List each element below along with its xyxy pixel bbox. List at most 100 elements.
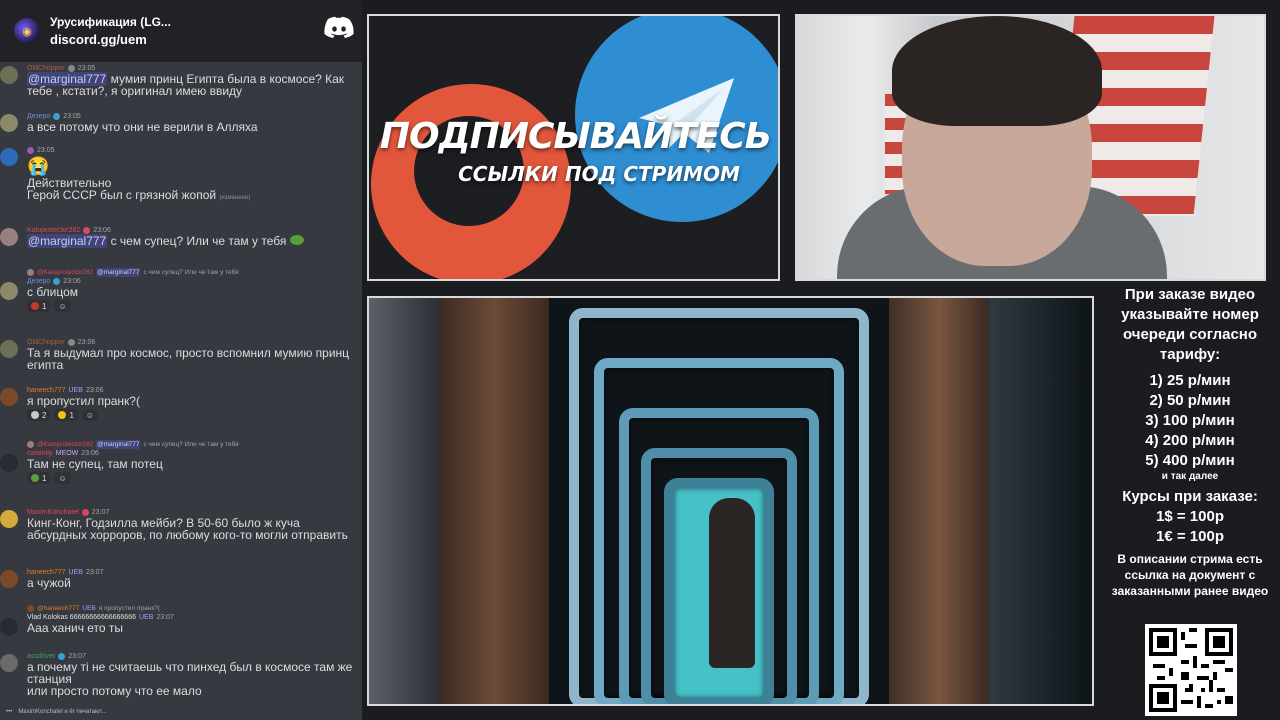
video-pillar-left [369, 298, 439, 704]
chat-message[interactable]: haneech777 UEB 23:06 я пропустил пранк?( 2… [0, 386, 140, 421]
chat-header: ◉ Урусификация (LG... discord.gg/uem [0, 0, 362, 62]
add-reaction-button[interactable]: ☺ [54, 300, 71, 312]
tariff-item: 2) 50 р/мин [1149, 392, 1231, 409]
server-name: Урусификация (LG... [50, 15, 171, 29]
reply-author[interactable]: @Kaloprotector282 [37, 268, 93, 277]
message-text: Та я выдумал про космос, просто вспомнил… [27, 346, 350, 372]
avatar [0, 570, 18, 588]
avatar [0, 228, 18, 246]
reply-text: с чем супец? Или че там у тебя [143, 441, 239, 448]
discord-logo-icon [324, 16, 354, 38]
reaction-count: 2 [42, 410, 47, 420]
role-badge-icon [67, 65, 75, 72]
chat-message[interactable]: @Kaloprotector282 @marginal777 с чем супец… [0, 440, 239, 484]
message-text: Там не супец, там потец [27, 457, 163, 471]
video-pillar-right [989, 298, 1092, 704]
chat-message[interactable]: assdriver 23:07 а почему ті не считаешь ч… [0, 652, 357, 697]
typing-text: MaximKonchatel и ёr печатают... [18, 709, 107, 715]
banner-title: ПОДПИСЫВАЙТЕСЬ [379, 116, 772, 157]
message-text: Ааа ханич ето ты [27, 621, 124, 635]
video-wall-right [889, 298, 989, 704]
reaction-count: 1 [42, 301, 47, 311]
message-time: 23:05 [37, 147, 55, 154]
role-badge-icon [67, 339, 75, 346]
video-wall-left [439, 298, 549, 704]
webcam-feed [795, 14, 1266, 281]
user-mention[interactable]: @marginal777 [27, 234, 108, 248]
avatar [0, 114, 18, 132]
order-info-panel: При заказе видео указывайте номер очеред… [1100, 285, 1280, 599]
description-note: В описании стрима есть ссылка на докумен… [1111, 552, 1269, 598]
chat-message[interactable]: @haneech777 UEB я пропустил пранк?( Vlad K… [0, 604, 174, 636]
chat-message[interactable]: MaximKonchatel 23:07 Кинг-Конг, Годзилла … [0, 508, 357, 541]
walking-figure [709, 498, 755, 668]
banner-subtitle: ССЫЛКИ ПОД СТРИМОМ [458, 162, 740, 186]
avatar [0, 66, 18, 84]
avatar [0, 618, 18, 636]
tariff-item: 3) 100 р/мин [1145, 412, 1235, 429]
qr-code-icon [1145, 624, 1237, 716]
reply-avatar [27, 269, 34, 276]
server-invite-link[interactable]: discord.gg/uem [50, 32, 171, 47]
chat-message[interactable]: Дезеро 23:05 а все потому что они не вери… [0, 112, 258, 133]
chat-message[interactable]: OldChopper 23:06 Та я выдумал про космос,… [0, 338, 357, 371]
role-badge-icon [27, 147, 34, 154]
reply-author[interactable]: @Kaloprotector282 [37, 440, 93, 449]
avatar [0, 388, 18, 406]
message-text: с чем супец? Или че там у тебя [107, 234, 287, 248]
tariff-item: 1) 25 р/мин [1149, 372, 1231, 389]
reply-avatar [27, 605, 34, 612]
message-text: а почему ті не считаешь что пинхед был в… [27, 660, 353, 686]
role-badge-icon [83, 227, 91, 234]
reaction-chip[interactable]: 1 [27, 300, 51, 312]
chat-message[interactable]: OldChopper 23:05 @marginal777 мумия принц… [0, 64, 357, 97]
reply-mention[interactable]: @marginal777 [96, 268, 141, 277]
avatar [0, 510, 18, 528]
reaction-chip[interactable]: 1 [27, 472, 51, 484]
video-player[interactable] [367, 296, 1094, 706]
add-reaction-button[interactable]: ☺ [81, 409, 99, 421]
message-time: 23:07 [156, 614, 174, 621]
server-icon[interactable]: ◉ [14, 18, 40, 44]
reply-author[interactable]: @haneech777 [37, 604, 79, 613]
avatar [0, 340, 18, 358]
message-text-line2: Герой СССР был с грязной жопой [27, 188, 217, 202]
order-info-heading: При заказе видео указывайте номер очеред… [1121, 286, 1259, 363]
avatar [0, 282, 18, 300]
tariff-item: 5) 400 р/мин [1145, 452, 1235, 469]
reaction-emoji-icon [31, 411, 39, 419]
tariff-note: и так далее [1161, 471, 1219, 482]
reply-tag: UEB [82, 605, 96, 612]
rate-item: 1$ = 100р [1156, 508, 1224, 525]
chat-message[interactable]: 23:05 😭 Действительно Герой СССР был с г… [0, 146, 250, 204]
chat-message[interactable]: @Kaloprotector282 @marginal777 с чем супец… [0, 268, 239, 312]
discord-chat-panel: ◉ Урусификация (LG... discord.gg/uem Old… [0, 0, 362, 720]
reaction-emoji-icon [58, 411, 67, 419]
typing-indicator: ••• MaximKonchatel и ёr печатают... [6, 709, 107, 715]
reaction-chip[interactable]: 1 [54, 409, 78, 421]
reaction-emoji-icon [31, 302, 39, 310]
message-text: а чужой [27, 576, 71, 590]
role-badge-icon [81, 509, 89, 516]
rates-heading: Курсы при заказе: [1122, 488, 1258, 505]
reaction-emoji-icon [31, 474, 39, 482]
stream-layout: ◉ Урусификация (LG... discord.gg/uem Old… [0, 0, 1280, 720]
subscribe-banner: ПОДПИСЫВАЙТЕСЬ ССЫЛКИ ПОД СТРИМОМ [367, 14, 780, 281]
chat-message[interactable]: haneech777 UEB 23:07 а чужой [0, 568, 103, 589]
reaction-count: 1 [69, 410, 74, 420]
rate-item: 1€ = 100р [1156, 528, 1224, 545]
chat-message[interactable]: Kaloprotector282 23:06 @marginal777 с чем… [0, 226, 304, 248]
reaction-chip[interactable]: 2 [27, 409, 51, 421]
pepe-emoji-icon [289, 235, 304, 245]
add-reaction-button[interactable]: ☺ [54, 472, 71, 484]
reply-mention[interactable]: @marginal777 [96, 440, 141, 449]
message-text: с блицом [27, 285, 79, 299]
message-text-line2: или просто потому что ее мало [27, 684, 202, 698]
reply-text: я пропустил пранк?( [98, 605, 160, 612]
role-badge-icon [58, 653, 66, 660]
tag-label: UEB [139, 614, 154, 621]
typing-dots-icon: ••• [6, 709, 13, 715]
message-text: а все потому что они не верили в Алляха [27, 120, 258, 134]
avatar [0, 454, 18, 472]
edited-label: (изменено) [219, 195, 251, 201]
